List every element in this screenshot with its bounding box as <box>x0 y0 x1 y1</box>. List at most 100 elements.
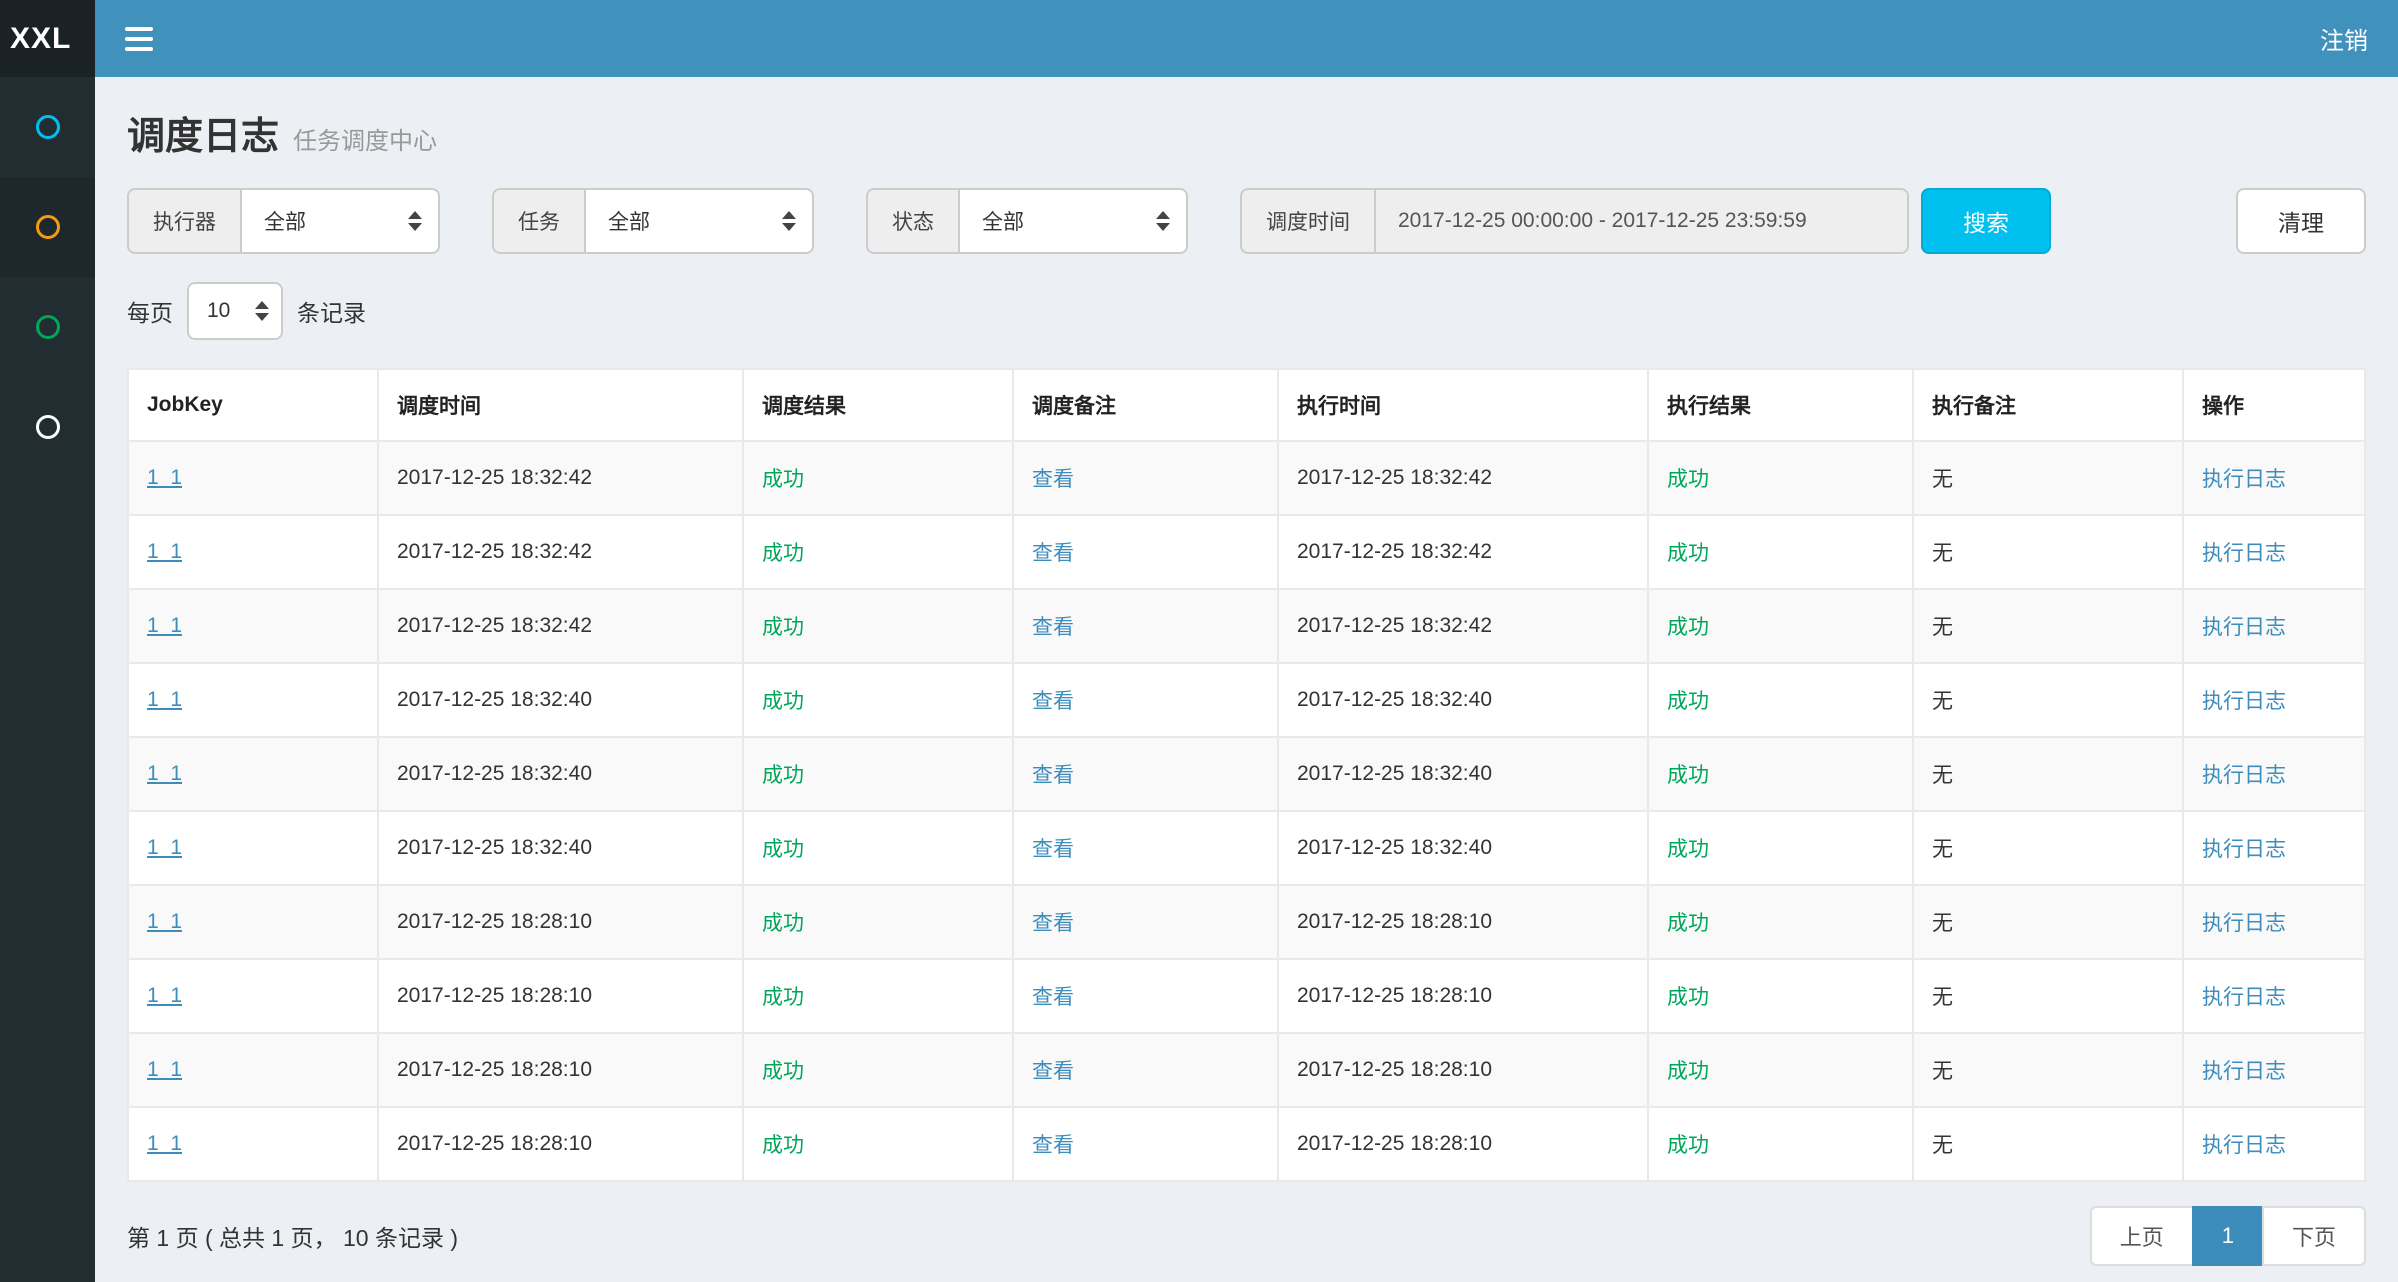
view-remark-link[interactable]: 查看 <box>1032 986 1074 1009</box>
table-row: 1_1 2017-12-25 18:28:10 成功 查看 2017-12-25… <box>128 959 2365 1033</box>
header-sched-remark: 调度备注 <box>1013 369 1278 441</box>
prev-page-button[interactable]: 上页 <box>2090 1206 2194 1266</box>
view-remark-link[interactable]: 查看 <box>1032 542 1074 565</box>
sched-time-cell: 2017-12-25 18:32:40 <box>378 663 743 737</box>
jobkey-link[interactable]: 1_1 <box>147 1132 182 1155</box>
header-exec-time: 执行时间 <box>1278 369 1648 441</box>
table-row: 1_1 2017-12-25 18:32:40 成功 查看 2017-12-25… <box>128 811 2365 885</box>
view-remark-link[interactable]: 查看 <box>1032 764 1074 787</box>
sched-time-cell: 2017-12-25 18:32:40 <box>378 811 743 885</box>
sidebar-item-executor[interactable] <box>0 377 95 477</box>
exec-time-cell: 2017-12-25 18:28:10 <box>1278 959 1648 1033</box>
sidebar-item-job[interactable] <box>0 177 95 277</box>
search-button[interactable]: 搜索 <box>1921 188 2051 254</box>
table-row: 1_1 2017-12-25 18:32:42 成功 查看 2017-12-25… <box>128 515 2365 589</box>
table-row: 1_1 2017-12-25 18:32:42 成功 查看 2017-12-25… <box>128 441 2365 515</box>
header-exec-result: 执行结果 <box>1648 369 1913 441</box>
jobkey-link[interactable]: 1_1 <box>147 1058 182 1081</box>
header-action: 操作 <box>2183 369 2365 441</box>
status-label: 状态 <box>866 188 958 254</box>
jobkey-link[interactable]: 1_1 <box>147 984 182 1007</box>
view-remark-link[interactable]: 查看 <box>1032 912 1074 935</box>
table-row: 1_1 2017-12-25 18:28:10 成功 查看 2017-12-25… <box>128 1033 2365 1107</box>
top-navbar: 注销 <box>95 0 2398 77</box>
jobkey-link[interactable]: 1_1 <box>147 466 182 489</box>
logout-link[interactable]: 注销 <box>2290 0 2398 77</box>
sched-time-cell: 2017-12-25 18:32:42 <box>378 441 743 515</box>
exec-log-link[interactable]: 执行日志 <box>2202 690 2286 713</box>
sched-result-cell: 成功 <box>743 589 1013 663</box>
sched-result-cell: 成功 <box>743 1033 1013 1107</box>
sched-result-cell: 成功 <box>743 811 1013 885</box>
jobkey-link[interactable]: 1_1 <box>147 910 182 933</box>
status-select[interactable]: 全部 <box>958 188 1188 254</box>
job-select[interactable]: 全部 <box>584 188 814 254</box>
jobkey-link[interactable]: 1_1 <box>147 762 182 785</box>
exec-remark-cell: 无 <box>1913 589 2183 663</box>
pagesize-select[interactable]: 10 <box>187 282 283 340</box>
exec-remark-cell: 无 <box>1913 441 2183 515</box>
table-footer: 第 1 页 ( 总共 1 页， 10 条记录 ) 上页 1 下页 <box>127 1206 2366 1266</box>
view-remark-link[interactable]: 查看 <box>1032 1060 1074 1083</box>
view-remark-link[interactable]: 查看 <box>1032 468 1074 491</box>
table-row: 1_1 2017-12-25 18:32:42 成功 查看 2017-12-25… <box>128 589 2365 663</box>
exec-log-link[interactable]: 执行日志 <box>2202 542 2286 565</box>
sched-time-cell: 2017-12-25 18:32:42 <box>378 515 743 589</box>
table-header-row: JobKey 调度时间 调度结果 调度备注 执行时间 执行结果 执行备注 操作 <box>128 369 2365 441</box>
sched-result-cell: 成功 <box>743 959 1013 1033</box>
exec-remark-cell: 无 <box>1913 1033 2183 1107</box>
exec-result-cell: 成功 <box>1648 737 1913 811</box>
view-remark-link[interactable]: 查看 <box>1032 838 1074 861</box>
sched-time-cell: 2017-12-25 18:28:10 <box>378 1107 743 1181</box>
sidebar-toggle-icon[interactable] <box>95 27 183 51</box>
select-arrows-icon <box>782 211 796 231</box>
exec-time-cell: 2017-12-25 18:32:42 <box>1278 441 1648 515</box>
circle-o-icon <box>36 215 60 239</box>
job-filter-group: 任务 全部 <box>492 188 814 254</box>
exec-time-cell: 2017-12-25 18:32:40 <box>1278 663 1648 737</box>
sched-result-cell: 成功 <box>743 885 1013 959</box>
executor-select[interactable]: 全部 <box>240 188 440 254</box>
exec-log-link[interactable]: 执行日志 <box>2202 838 2286 861</box>
select-arrows-icon <box>408 211 422 231</box>
exec-log-link[interactable]: 执行日志 <box>2202 616 2286 639</box>
header-sched-result: 调度结果 <box>743 369 1013 441</box>
filter-bar: 执行器 全部 任务 全部 状态 全部 调度时间 搜索 清理 <box>127 188 2366 254</box>
exec-log-link[interactable]: 执行日志 <box>2202 468 2286 491</box>
view-remark-link[interactable]: 查看 <box>1032 616 1074 639</box>
status-select-value: 全部 <box>982 206 1024 236</box>
app-logo[interactable]: XXL <box>0 0 95 77</box>
pagesize-value: 10 <box>207 299 230 323</box>
pagesize-suffix: 条记录 <box>297 294 366 328</box>
page-1-button[interactable]: 1 <box>2192 1206 2264 1266</box>
exec-log-link[interactable]: 执行日志 <box>2202 986 2286 1009</box>
exec-log-link[interactable]: 执行日志 <box>2202 1060 2286 1083</box>
clear-button[interactable]: 清理 <box>2236 188 2366 254</box>
page-header: 调度日志 任务调度中心 <box>127 105 2366 160</box>
schedule-time-input[interactable] <box>1374 188 1909 254</box>
header-jobkey: JobKey <box>128 369 378 441</box>
sidebar-item-log[interactable] <box>0 277 95 377</box>
sidebar-item-report[interactable] <box>0 77 95 177</box>
table-row: 1_1 2017-12-25 18:28:10 成功 查看 2017-12-25… <box>128 1107 2365 1181</box>
sched-time-cell: 2017-12-25 18:28:10 <box>378 1033 743 1107</box>
view-remark-link[interactable]: 查看 <box>1032 1134 1074 1157</box>
log-table: JobKey 调度时间 调度结果 调度备注 执行时间 执行结果 执行备注 操作 … <box>127 368 2366 1182</box>
exec-log-link[interactable]: 执行日志 <box>2202 912 2286 935</box>
sched-time-cell: 2017-12-25 18:32:42 <box>378 589 743 663</box>
jobkey-link[interactable]: 1_1 <box>147 688 182 711</box>
circle-o-icon <box>36 115 60 139</box>
next-page-button[interactable]: 下页 <box>2262 1206 2366 1266</box>
main-content: 调度日志 任务调度中心 执行器 全部 任务 全部 状态 全部 调度时 <box>95 77 2398 1266</box>
exec-result-cell: 成功 <box>1648 1107 1913 1181</box>
sched-time-cell: 2017-12-25 18:32:40 <box>378 737 743 811</box>
exec-result-cell: 成功 <box>1648 663 1913 737</box>
sched-time-cell: 2017-12-25 18:28:10 <box>378 885 743 959</box>
jobkey-link[interactable]: 1_1 <box>147 614 182 637</box>
view-remark-link[interactable]: 查看 <box>1032 690 1074 713</box>
exec-log-link[interactable]: 执行日志 <box>2202 764 2286 787</box>
jobkey-link[interactable]: 1_1 <box>147 836 182 859</box>
job-label: 任务 <box>492 188 584 254</box>
exec-log-link[interactable]: 执行日志 <box>2202 1134 2286 1157</box>
jobkey-link[interactable]: 1_1 <box>147 540 182 563</box>
